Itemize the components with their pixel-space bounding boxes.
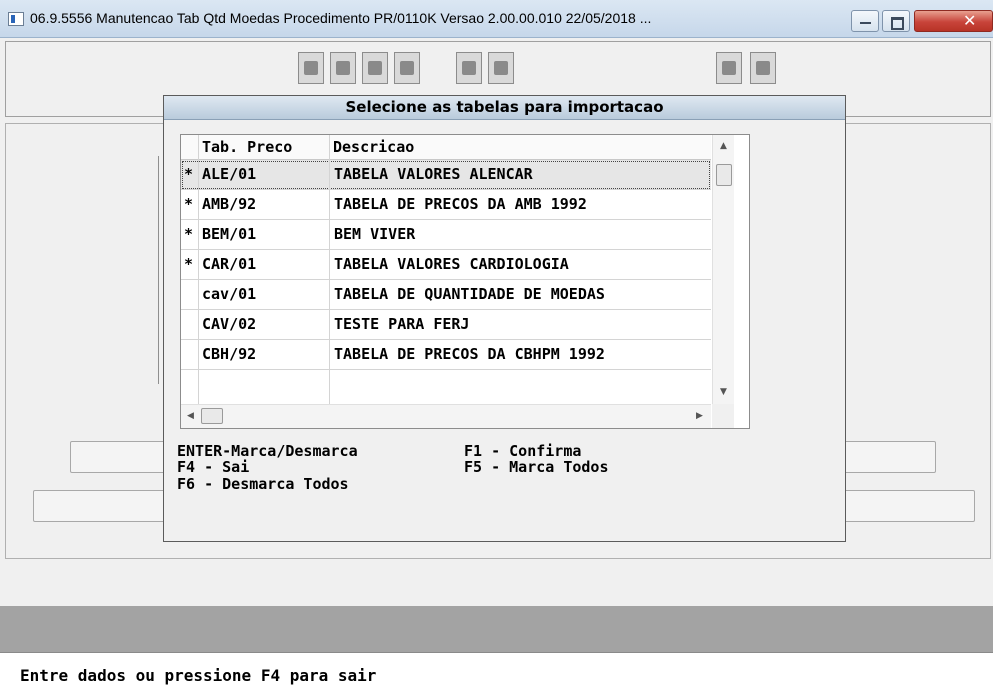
toolbar-button-5[interactable] [456, 52, 482, 84]
row-desc: TABELA VALORES CARDIOLOGIA [334, 255, 569, 273]
import-tables-dialog: Selecione as tabelas para importacao Tab… [163, 95, 846, 542]
row-code: CAR/01 [202, 255, 257, 273]
dialog-title: Selecione as tabelas para importacao [164, 96, 845, 120]
table-row[interactable] [181, 370, 711, 400]
row-code: CAV/02 [202, 315, 257, 333]
window-titlebar: 06.9.5556 Manutencao Tab Qtd Moedas Proc… [0, 0, 993, 38]
row-code: AMB/92 [202, 195, 257, 213]
column-header-code[interactable]: Tab. Preco [202, 138, 292, 156]
table-row[interactable]: * BEM/01 BEM VIVER [181, 220, 711, 250]
scroll-up-icon[interactable]: ▲ [720, 141, 727, 151]
toolbar-button-3[interactable] [362, 52, 388, 84]
row-desc: TABELA DE QUANTIDADE DE MOEDAS [334, 285, 605, 303]
horizontal-scroll-thumb[interactable] [201, 408, 223, 424]
vertical-scroll-thumb[interactable] [716, 164, 732, 186]
message-line: Entre dados ou pressione F4 para sair [0, 652, 993, 697]
row-mark: * [184, 195, 194, 213]
grid-header: Tab. Preco Descricao [181, 135, 711, 160]
close-icon: ✕ [963, 11, 977, 30]
window-title: 06.9.5556 Manutencao Tab Qtd Moedas Proc… [30, 10, 652, 26]
status-bar [0, 606, 993, 652]
scroll-down-icon[interactable]: ▼ [720, 387, 727, 397]
row-mark: * [184, 165, 194, 183]
column-separator [198, 135, 199, 405]
toolbar-button-4[interactable] [394, 52, 420, 84]
toolbar-button-1[interactable] [298, 52, 324, 84]
minimize-button[interactable] [851, 10, 879, 32]
row-code: BEM/01 [202, 225, 257, 243]
row-desc: BEM VIVER [334, 225, 416, 243]
row-code: CBH/92 [202, 345, 257, 363]
row-desc: TABELA DE PRECOS DA CBHPM 1992 [334, 345, 605, 363]
row-code: ALE/01 [202, 165, 257, 183]
toolbar-button-2[interactable] [330, 52, 356, 84]
key-hint-f6: F6 - Desmarca Todos [177, 475, 349, 493]
table-row[interactable]: cav/01 TABELA DE QUANTIDADE DE MOEDAS [181, 280, 711, 310]
row-desc: TESTE PARA FERJ [334, 315, 470, 333]
table-row[interactable]: CBH/92 TABELA DE PRECOS DA CBHPM 1992 [181, 340, 711, 370]
table-row[interactable]: * CAR/01 TABELA VALORES CARDIOLOGIA [181, 250, 711, 280]
key-hint-f4: F4 - Sai [177, 458, 250, 476]
maximize-button[interactable] [882, 10, 910, 32]
key-hint-f5: F5 - Marca Todos [464, 458, 609, 476]
close-button[interactable]: ✕ [914, 10, 993, 32]
scroll-left-icon[interactable]: ◀ [187, 411, 194, 421]
status-message: Entre dados ou pressione F4 para sair [20, 666, 377, 685]
tables-grid[interactable]: Tab. Preco Descricao * ALE/01 TABELA VAL… [180, 134, 750, 429]
toolbar-button-6[interactable] [488, 52, 514, 84]
table-row[interactable]: CAV/02 TESTE PARA FERJ [181, 310, 711, 340]
toolbar-button-exit[interactable] [716, 52, 742, 84]
horizontal-scrollbar[interactable]: ◀ ▶ [181, 404, 711, 428]
vertical-scrollbar[interactable]: ▲ ▼ [712, 135, 734, 405]
row-mark: * [184, 255, 194, 273]
table-row[interactable]: * ALE/01 TABELA VALORES ALENCAR [181, 160, 711, 190]
row-desc: TABELA VALORES ALENCAR [334, 165, 533, 183]
toolbar-button-help[interactable] [750, 52, 776, 84]
app-icon [8, 12, 24, 26]
row-code: cav/01 [202, 285, 257, 303]
table-row[interactable]: * AMB/92 TABELA DE PRECOS DA AMB 1992 [181, 190, 711, 220]
scroll-right-icon[interactable]: ▶ [696, 411, 703, 421]
row-desc: TABELA DE PRECOS DA AMB 1992 [334, 195, 587, 213]
scroll-corner [712, 404, 734, 428]
row-mark: * [184, 225, 194, 243]
column-separator [329, 135, 330, 405]
column-header-desc[interactable]: Descricao [333, 138, 414, 156]
